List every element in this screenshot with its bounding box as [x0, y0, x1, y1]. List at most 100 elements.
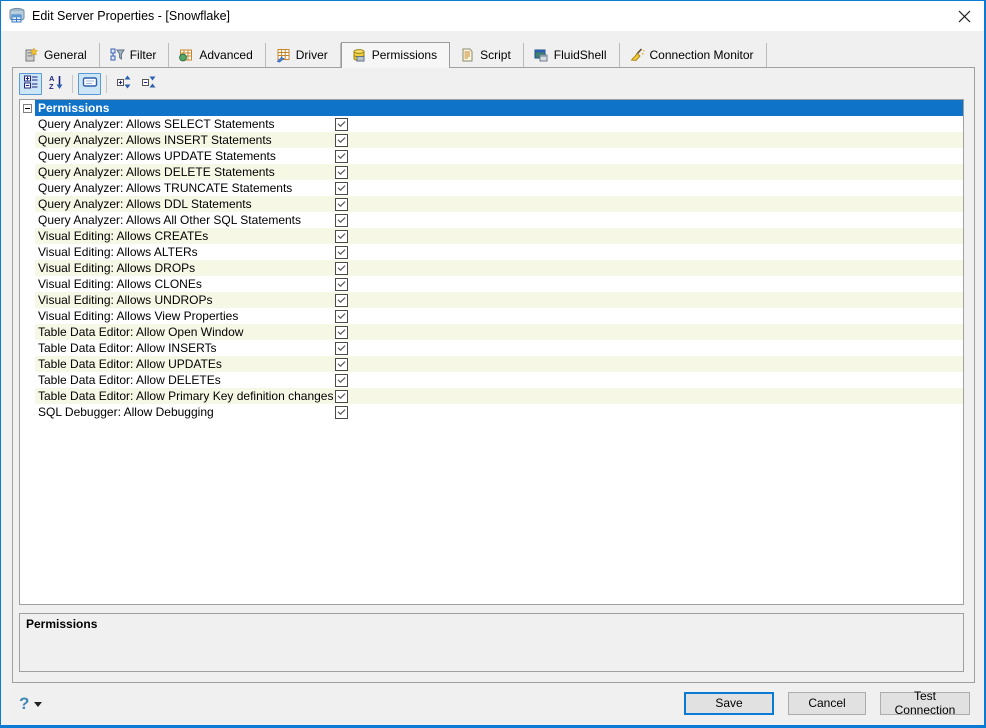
property-label: Table Data Editor: Allow Open Window — [38, 325, 244, 339]
tab-label: General — [44, 48, 87, 62]
edit-server-properties-dialog: Edit Server Properties - [Snowflake] Gen… — [0, 0, 986, 728]
toolbar-separator — [72, 75, 73, 93]
table-row: Visual Editing: Allows CLONEs — [20, 276, 963, 292]
property-checkbox[interactable] — [335, 405, 348, 419]
tab-label: Advanced — [199, 48, 253, 62]
property-description-panel: Permissions — [19, 613, 964, 672]
broom-icon — [629, 47, 645, 63]
tab-driver[interactable]: Driver — [266, 43, 341, 67]
property-label: Visual Editing: Allows CLONEs — [38, 277, 202, 291]
table-row: Visual Editing: Allows CREATEs — [20, 228, 963, 244]
sort-alpha-icon: A Z — [48, 74, 64, 95]
description-icon — [82, 74, 98, 95]
tab-label: Connection Monitor — [649, 48, 754, 62]
collapse-all-icon — [141, 74, 157, 95]
toolbar-separator — [106, 75, 107, 93]
table-row: Query Analyzer: Allows SELECT Statements — [20, 116, 963, 132]
help-menu[interactable]: ? — [19, 693, 43, 713]
cancel-button[interactable]: Cancel — [788, 691, 866, 715]
chevron-down-icon — [34, 702, 43, 707]
filter-tree-icon — [109, 47, 125, 63]
table-row: Table Data Editor: Allow Primary Key def… — [20, 388, 963, 404]
property-label: SQL Debugger: Allow Debugging — [38, 405, 214, 419]
table-row: Table Data Editor: Allow Open Window — [20, 324, 963, 340]
property-checkbox[interactable] — [335, 165, 348, 179]
table-row: SQL Debugger: Allow Debugging — [20, 404, 963, 420]
save-button[interactable]: Save — [684, 691, 774, 715]
sort-alphabetical-button[interactable]: A Z — [44, 73, 67, 95]
tab-label: Driver — [295, 48, 328, 62]
svg-text:Z: Z — [49, 82, 54, 90]
property-label: Visual Editing: Allows UNDROPs — [38, 293, 213, 307]
tab-filter[interactable]: Filter — [100, 43, 170, 67]
tab-advanced[interactable]: Advanced — [169, 43, 266, 67]
tab-script[interactable]: Script — [450, 43, 524, 67]
tab-label: Filter — [129, 48, 157, 62]
database-yellow-icon — [351, 47, 367, 63]
table-row: Query Analyzer: Allows DDL Statements — [20, 196, 963, 212]
property-grid-toolbar: A Z — [19, 73, 160, 95]
property-label: Query Analyzer: Allows DELETE Statements — [38, 165, 275, 179]
property-checkbox[interactable] — [335, 133, 348, 147]
table-row: Table Data Editor: Allow DELETEs — [20, 372, 963, 388]
expand-all-icon — [116, 74, 132, 95]
property-label: Query Analyzer: Allows INSERT Statements — [38, 133, 272, 147]
server-new-icon — [23, 47, 39, 63]
property-label: Visual Editing: Allows ALTERs — [38, 245, 198, 259]
table-row: Table Data Editor: Allow INSERTs — [20, 340, 963, 356]
collapse-all-button[interactable] — [137, 73, 160, 95]
expand-all-button[interactable] — [112, 73, 135, 95]
grid-green-dot-icon — [178, 47, 194, 63]
property-checkbox[interactable] — [335, 325, 348, 339]
property-checkbox[interactable] — [335, 309, 348, 323]
tab-fluidshell[interactable]: FluidShell — [524, 43, 620, 67]
collapse-expander-icon[interactable] — [23, 103, 32, 113]
show-description-button[interactable] — [78, 73, 101, 95]
categorized-view-button[interactable] — [19, 73, 42, 95]
property-checkbox[interactable] — [335, 261, 348, 275]
property-label: Table Data Editor: Allow UPDATEs — [38, 357, 222, 371]
footer-buttons: Save Cancel Test Connection — [684, 689, 970, 717]
category-gutter — [20, 100, 35, 116]
category-row-permissions[interactable]: Permissions — [20, 100, 963, 116]
table-row: Query Analyzer: Allows TRUNCATE Statemen… — [20, 180, 963, 196]
database-server-icon — [8, 7, 26, 25]
tab-label: Permissions — [371, 48, 438, 62]
permissions-property-grid: Permissions Query Analyzer: Allows SELEC… — [19, 99, 964, 605]
console-window-icon — [533, 47, 549, 63]
table-row: Query Analyzer: Allows UPDATE Statements — [20, 148, 963, 164]
property-checkbox[interactable] — [335, 277, 348, 291]
property-checkbox[interactable] — [335, 293, 348, 307]
grid-blue-arrow-icon — [275, 47, 291, 63]
property-checkbox[interactable] — [335, 357, 348, 371]
help-question-icon: ? — [19, 693, 30, 713]
property-label: Visual Editing: Allows CREATEs — [38, 229, 209, 243]
property-label: Query Analyzer: Allows TRUNCATE Statemen… — [38, 181, 293, 195]
table-row: Query Analyzer: Allows INSERT Statements — [20, 132, 963, 148]
property-checkbox[interactable] — [335, 117, 348, 131]
tab-strip: General Filter Advanced Driver Permissio… — [14, 41, 767, 68]
property-checkbox[interactable] — [335, 149, 348, 163]
property-checkbox[interactable] — [335, 181, 348, 195]
property-checkbox[interactable] — [335, 245, 348, 259]
tab-permissions[interactable]: Permissions — [340, 42, 451, 68]
script-page-icon — [459, 47, 475, 63]
test-connection-button[interactable]: Test Connection — [880, 689, 970, 717]
tab-connection-monitor[interactable]: Connection Monitor — [620, 43, 767, 67]
property-checkbox[interactable] — [335, 389, 348, 403]
window-title: Edit Server Properties - [Snowflake] — [32, 9, 230, 23]
property-checkbox[interactable] — [335, 213, 348, 227]
close-icon[interactable] — [944, 1, 984, 31]
property-checkbox[interactable] — [335, 229, 348, 243]
property-label: Table Data Editor: Allow Primary Key def… — [38, 389, 334, 403]
table-row: Table Data Editor: Allow UPDATEs — [20, 356, 963, 372]
dialog-footer: ? Save Cancel Test Connection — [1, 681, 984, 725]
property-checkbox[interactable] — [335, 341, 348, 355]
tab-general[interactable]: General — [14, 43, 100, 67]
categorize-icon — [23, 74, 39, 95]
table-row: Visual Editing: Allows View Properties — [20, 308, 963, 324]
table-row: Visual Editing: Allows ALTERs — [20, 244, 963, 260]
property-checkbox[interactable] — [335, 197, 348, 211]
table-row: Visual Editing: Allows DROPs — [20, 260, 963, 276]
property-checkbox[interactable] — [335, 373, 348, 387]
